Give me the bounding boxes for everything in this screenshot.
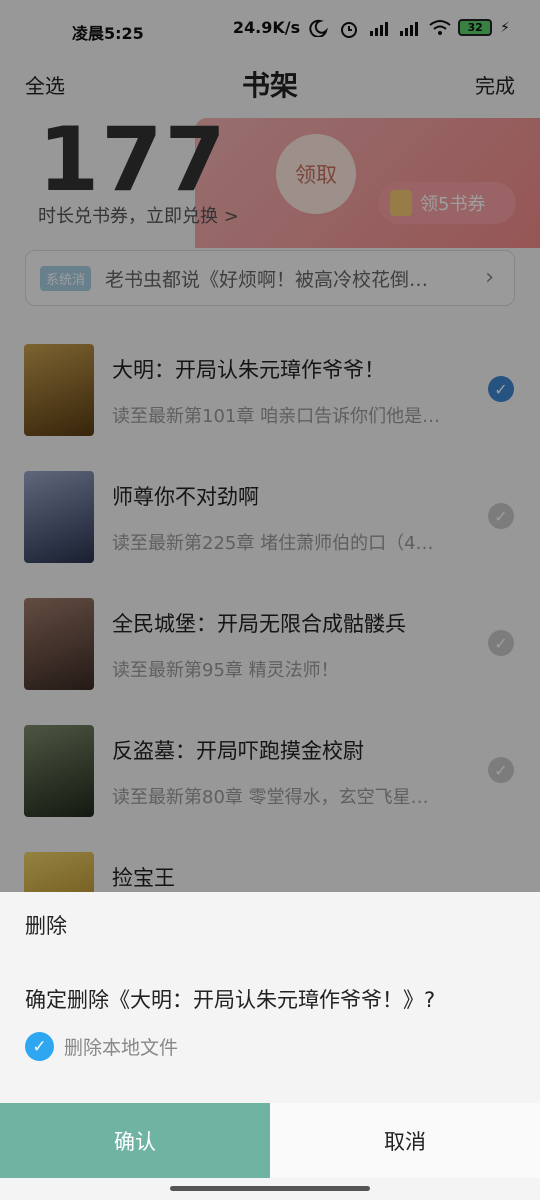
- checkbox-checked-icon[interactable]: ✓: [25, 1032, 54, 1061]
- delete-dialog: 删除 确定删除《大明：开局认朱元璋作爷爷！》? ✓ 删除本地文件 确认 取消: [0, 892, 540, 1200]
- home-indicator[interactable]: [170, 1186, 370, 1191]
- modal-backdrop[interactable]: [0, 0, 540, 892]
- dialog-message: 确定删除《大明：开局认朱元璋作爷爷！》?: [25, 988, 436, 1012]
- dialog-title: 删除: [25, 914, 67, 938]
- delete-local-file-option[interactable]: ✓ 删除本地文件: [25, 1032, 178, 1061]
- option-label: 删除本地文件: [64, 1037, 179, 1059]
- cancel-button[interactable]: 取消: [270, 1103, 540, 1178]
- confirm-button[interactable]: 确认: [0, 1103, 270, 1178]
